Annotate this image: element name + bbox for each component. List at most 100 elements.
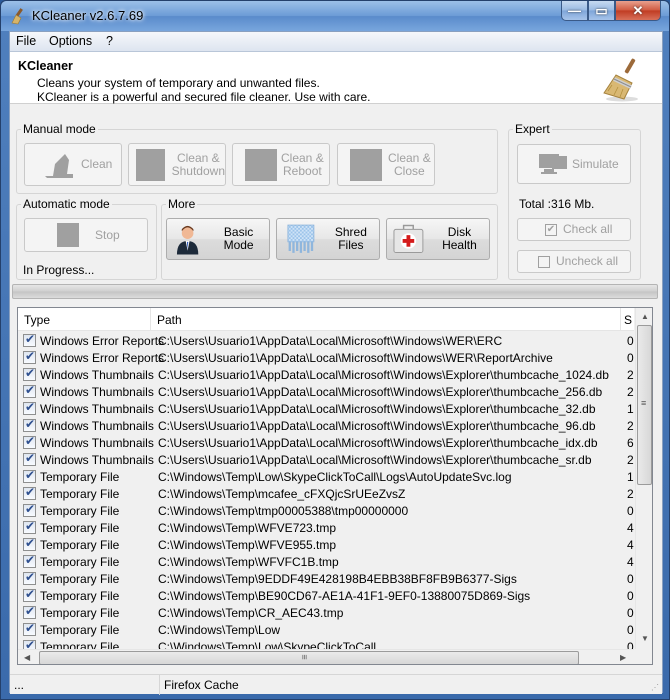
shred-files-button[interactable]: Shred Files [276, 218, 380, 260]
clean-reboot-button[interactable]: Clean & Reboot [232, 143, 330, 186]
minimize-icon: — [568, 3, 581, 18]
disk-health-button[interactable]: Disk Health [386, 218, 490, 260]
check-all-button[interactable]: ✔ Check all [517, 218, 631, 241]
list-item[interactable]: Temporary File C:\Windows\Temp\9EDDF49E4… [18, 570, 634, 587]
uncheck-all-label: Uncheck all [556, 254, 619, 268]
list-rows: Windows Error Reports C:\Users\Usuario1\… [18, 332, 634, 650]
status-bar: ... Firefox Cache ⋰ [10, 674, 662, 695]
list-item[interactable]: Windows Thumbnails C:\Users\Usuario1\App… [18, 434, 634, 451]
list-item[interactable]: Temporary File C:\Windows\Temp\CR_AEC43.… [18, 604, 634, 621]
list-item[interactable]: Windows Error Reports C:\Users\Usuario1\… [18, 349, 634, 366]
total-size: Total :316 Mb. [519, 197, 595, 211]
close-icon: ✕ [632, 2, 644, 18]
uncheck-all-button[interactable]: Uncheck all [517, 250, 631, 273]
maximize-button[interactable]: ▭ [588, 1, 615, 21]
progress-bar [12, 284, 658, 299]
row-checkbox[interactable] [23, 519, 36, 534]
column-header-size[interactable]: S [621, 308, 635, 331]
title-bar[interactable]: KCleaner v2.6.7.69 — ▭ ✕ [1, 1, 669, 31]
column-header-type[interactable]: Type [18, 308, 151, 331]
row-checkbox[interactable] [23, 434, 36, 449]
status-left: ... [10, 675, 160, 695]
row-checkbox[interactable] [23, 349, 36, 364]
close-button[interactable]: ✕ [615, 1, 661, 21]
checkbox-empty-icon [538, 255, 550, 268]
list-item[interactable]: Temporary File C:\Windows\Temp\tmp000053… [18, 502, 634, 519]
row-checkbox[interactable] [23, 468, 36, 483]
scroll-right-icon[interactable]: ▶ [620, 653, 626, 662]
minimize-button[interactable]: — [561, 1, 588, 21]
row-size: 0 [627, 572, 634, 586]
clean-close-button[interactable]: Clean & Close [337, 143, 435, 186]
list-item[interactable]: Windows Thumbnails C:\Users\Usuario1\App… [18, 383, 634, 400]
list-item[interactable]: Temporary File C:\Windows\Temp\mcafee_cF… [18, 485, 634, 502]
list-item[interactable]: Windows Thumbnails C:\Users\Usuario1\App… [18, 417, 634, 434]
list-item[interactable]: Temporary File C:\Windows\Temp\Low 0 [18, 621, 634, 638]
row-path: C:\Windows\Temp\WFVE955.tmp [158, 538, 337, 552]
clean-button[interactable]: Clean [24, 143, 122, 186]
stop-button[interactable]: Stop [24, 218, 148, 252]
manual-mode-label: Manual mode [21, 122, 98, 136]
row-checkbox[interactable] [23, 366, 36, 381]
clean-shutdown-label-1: Clean & [176, 150, 220, 165]
row-checkbox[interactable] [23, 400, 36, 415]
list-item[interactable]: Windows Thumbnails C:\Users\Usuario1\App… [18, 366, 634, 383]
row-path: C:\Windows\Temp\tmp00005388\tmp00000000 [158, 504, 409, 518]
disk-health-label: Disk Health [442, 225, 477, 252]
horizontal-scrollbar[interactable]: ◀ ≡ ▶ [18, 649, 634, 664]
list-item[interactable]: Windows Thumbnails C:\Users\Usuario1\App… [18, 400, 634, 417]
row-checkbox[interactable] [23, 485, 36, 500]
row-type: Temporary File [40, 538, 120, 552]
row-type: Temporary File [40, 470, 120, 484]
row-size: 2 [627, 385, 634, 399]
header-panel: KCleaner Cleans your system of temporary… [10, 52, 662, 104]
row-type: Temporary File [40, 572, 120, 586]
row-path: C:\Windows\Temp\WFVFC1B.tmp [158, 555, 339, 569]
row-checkbox[interactable] [23, 417, 36, 432]
row-type: Windows Error Reports [40, 351, 165, 365]
menu-options[interactable]: Options [49, 34, 92, 48]
resize-grip-icon[interactable]: ⋰ [651, 683, 659, 692]
simulate-button[interactable]: Simulate [517, 144, 631, 184]
basic-mode-button[interactable]: Basic Mode [166, 218, 270, 260]
row-checkbox[interactable] [23, 604, 36, 619]
row-path: C:\Windows\Temp\mcafee_cFXQjcSrUEeZvsZ [158, 487, 406, 501]
row-checkbox[interactable] [23, 553, 36, 568]
row-path: C:\Users\Usuario1\AppData\Local\Microsof… [158, 436, 598, 450]
row-type: Temporary File [40, 589, 120, 603]
more-label: More [166, 197, 198, 211]
row-checkbox[interactable] [23, 536, 36, 551]
list-item[interactable]: Temporary File C:\Windows\Temp\BE90CD67-… [18, 587, 634, 604]
list-item[interactable]: Windows Error Reports C:\Users\Usuario1\… [18, 332, 634, 349]
row-checkbox[interactable] [23, 502, 36, 517]
header-title: KCleaner [18, 59, 73, 73]
row-path: C:\Users\Usuario1\AppData\Local\Microsof… [158, 385, 603, 399]
row-size: 1 [627, 402, 634, 416]
row-checkbox[interactable] [23, 451, 36, 466]
list-item[interactable]: Temporary File C:\Windows\Temp\WFVE955.t… [18, 536, 634, 553]
menu-file[interactable]: File [16, 34, 36, 48]
expert-label: Expert [513, 122, 552, 136]
vertical-scroll-thumb[interactable]: ≡ [637, 325, 652, 485]
column-header-path[interactable]: Path [151, 308, 621, 331]
row-path: C:\Users\Usuario1\AppData\Local\Microsof… [158, 453, 592, 467]
row-size: 2 [627, 453, 634, 467]
row-checkbox[interactable] [23, 621, 36, 636]
scroll-down-icon[interactable]: ▼ [641, 634, 649, 643]
list-item[interactable]: Windows Thumbnails C:\Users\Usuario1\App… [18, 451, 634, 468]
scroll-left-icon[interactable]: ◀ [24, 653, 30, 662]
expert-group: Expert Simulate Total :316 Mb. ✔ Check a… [508, 122, 641, 280]
row-checkbox[interactable] [23, 383, 36, 398]
list-item[interactable]: Temporary File C:\Windows\Temp\WFVE723.t… [18, 519, 634, 536]
list-item[interactable]: Temporary File C:\Windows\Temp\WFVFC1B.t… [18, 553, 634, 570]
row-checkbox[interactable] [23, 587, 36, 602]
row-size: 4 [627, 521, 634, 535]
row-checkbox[interactable] [23, 570, 36, 585]
list-item[interactable]: Temporary File C:\Windows\Temp\Low\Skype… [18, 468, 634, 485]
menu-help[interactable]: ? [106, 34, 113, 48]
scroll-up-icon[interactable]: ▲ [641, 312, 649, 321]
horizontal-scroll-thumb[interactable]: ≡ [39, 651, 579, 664]
row-checkbox[interactable] [23, 332, 36, 347]
clean-shutdown-button[interactable]: Clean & Shutdown [128, 143, 226, 186]
vertical-scrollbar[interactable]: ▲ ≡ ▼ [635, 308, 652, 649]
